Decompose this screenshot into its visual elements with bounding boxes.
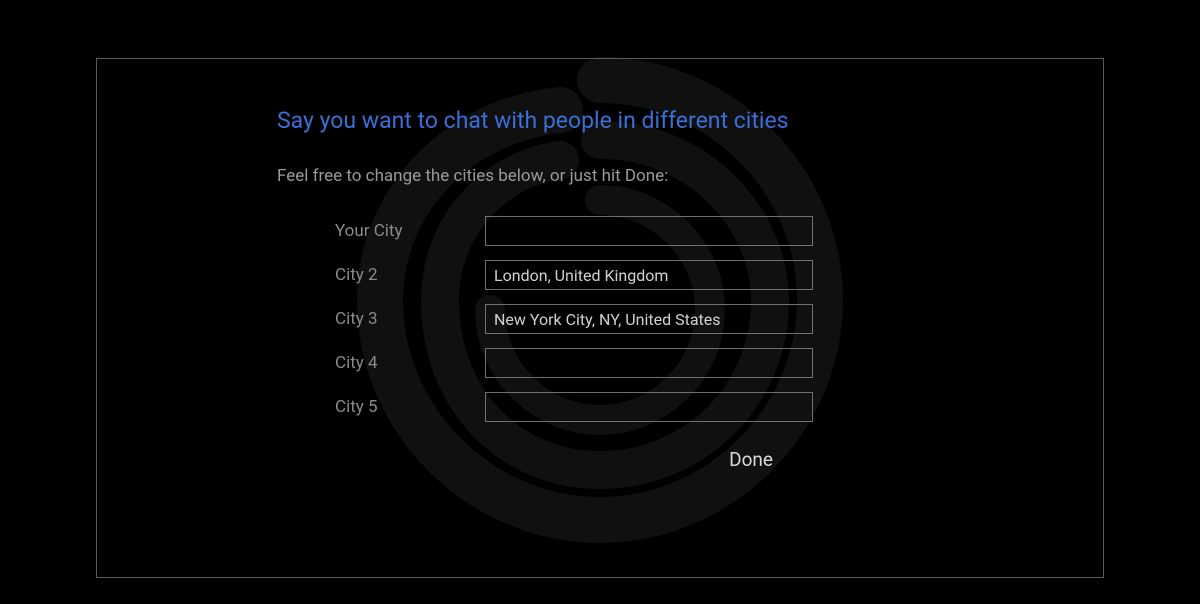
input-city-3[interactable] xyxy=(485,304,813,334)
form-row-city-3: City 3 xyxy=(335,304,923,334)
dialog-title: Say you want to chat with people in diff… xyxy=(277,107,923,134)
form-row-city-2: City 2 xyxy=(335,260,923,290)
dialog-subtitle: Feel free to change the cities below, or… xyxy=(277,166,923,186)
input-city-4[interactable] xyxy=(485,348,813,378)
input-city-2[interactable] xyxy=(485,260,813,290)
label-city-5: City 5 xyxy=(335,397,485,417)
form-row-city-4: City 4 xyxy=(335,348,923,378)
city-form: Your City City 2 City 3 City 4 City 5 xyxy=(335,216,923,422)
form-row-your-city: Your City xyxy=(335,216,923,246)
label-city-2: City 2 xyxy=(335,265,485,285)
label-city-3: City 3 xyxy=(335,309,485,329)
input-city-5[interactable] xyxy=(485,392,813,422)
label-city-4: City 4 xyxy=(335,353,485,373)
done-button[interactable]: Done xyxy=(729,448,773,471)
label-your-city: Your City xyxy=(335,221,485,241)
done-row: Done xyxy=(277,448,923,471)
form-row-city-5: City 5 xyxy=(335,392,923,422)
input-your-city[interactable] xyxy=(485,216,813,246)
city-dialog: Say you want to chat with people in diff… xyxy=(96,58,1104,578)
